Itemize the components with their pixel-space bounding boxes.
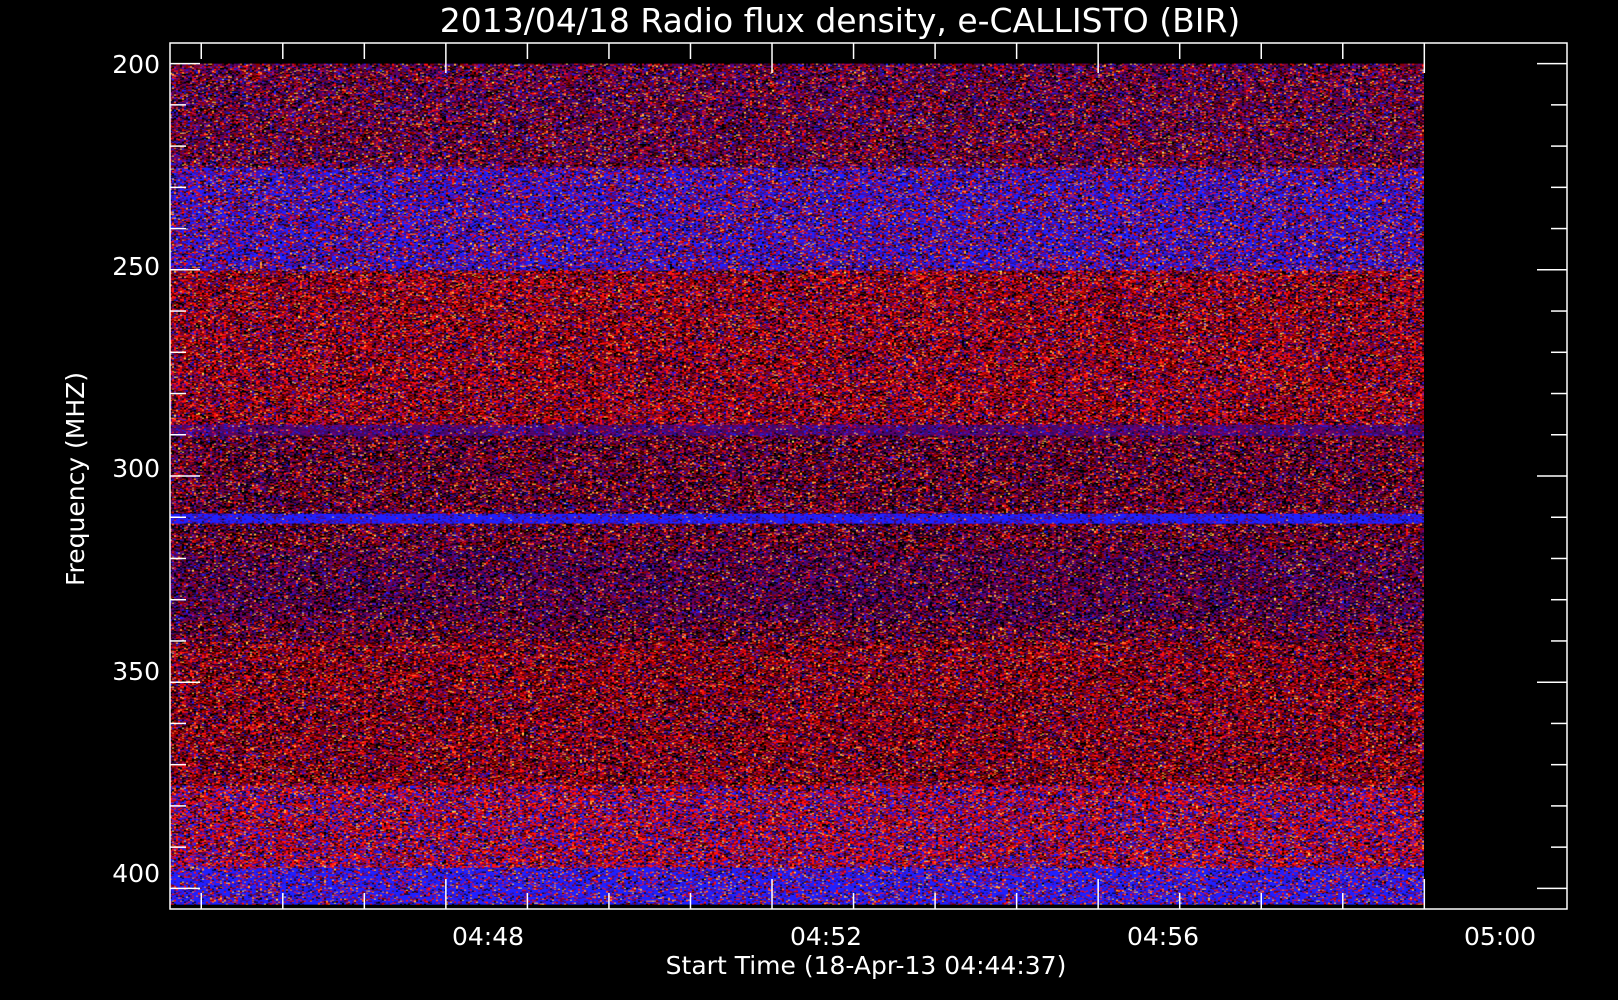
spectrogram-figure: 2013/04/18 Radio flux density, e-CALLIST… <box>61 1 1568 980</box>
x-tick-label: 04:48 <box>452 922 524 951</box>
y-tick-labels: 200 250 300 350 400 <box>112 50 160 888</box>
y-tick-label: 350 <box>112 657 160 686</box>
x-tick-label: 05:00 <box>1464 922 1536 951</box>
y-axis-label: Frequency (MHZ) <box>61 372 90 586</box>
x-tick-labels: 04:48 04:52 04:56 05:00 <box>452 922 1536 951</box>
x-tick-label: 04:56 <box>1127 922 1199 951</box>
y-tick-label: 200 <box>112 50 160 79</box>
x-axis-label: Start Time (18-Apr-13 04:44:37) <box>666 951 1067 980</box>
x-tick-label: 04:52 <box>790 922 862 951</box>
y-tick-label: 250 <box>112 252 160 281</box>
heatmap-cells <box>170 63 1424 905</box>
y-tick-label: 300 <box>112 454 160 483</box>
chart-title: 2013/04/18 Radio flux density, e-CALLIST… <box>440 1 1241 40</box>
y-tick-label: 400 <box>112 859 160 888</box>
spectrogram-heatmap <box>170 63 1424 905</box>
